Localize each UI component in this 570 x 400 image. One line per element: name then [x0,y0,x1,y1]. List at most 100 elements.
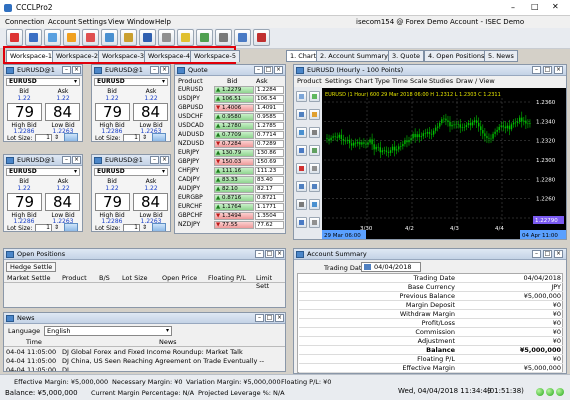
reset-icon[interactable] [309,199,320,210]
tile-symbol-select[interactable]: EURUSD ▾ [6,168,80,176]
tab-account-summary[interactable]: 2. Account Summary [316,50,392,62]
tab-news[interactable]: 5. News [484,50,518,62]
tile-sell-button[interactable]: 79 [7,193,42,211]
close-button[interactable]: ✕ [552,2,559,11]
toolbar-chart-button[interactable] [44,29,61,46]
tab-quote[interactable]: 3. Quote [388,50,425,62]
chart-menu-studies[interactable]: Studies [429,77,453,85]
account-close-button[interactable]: × [554,250,563,258]
quote-bid-cell[interactable]: ▲ 1.1764 [214,203,254,211]
cursor-icon[interactable] [309,91,320,102]
tab-open-positions[interactable]: 4. Open Positions [424,50,489,62]
mini-chart-icon[interactable] [64,223,78,231]
tile-sell-button[interactable]: 79 [95,103,130,121]
hand-icon[interactable] [296,199,307,210]
quote-ask-cell[interactable]: 1.1771 [255,203,284,211]
toolbar-alert-button[interactable] [177,29,194,46]
quote-row[interactable]: NZDJPY ▼ 77.55 77.62 [176,221,284,230]
menu-view[interactable]: View [108,18,125,26]
chart-menu-type[interactable]: Chart Type [355,77,390,85]
stepper-icon[interactable]: ⇕ [54,134,59,141]
chart-canvas[interactable]: 1.2360 1.2340 1.2320 1.2300 1.2280 1.2260 1.22… [322,88,566,239]
tile-symbol-select[interactable]: EURUSD ▾ [6,78,80,86]
quote-ask-cell[interactable]: 1.4091 [255,104,284,112]
quote-ask-cell[interactable]: 1.2785 [255,122,284,130]
quote-row[interactable]: CADJPY ▲ 83.33 83.40 [176,176,284,185]
tile-close-button[interactable]: × [72,156,81,164]
tile-minimize-button[interactable]: – [150,66,159,74]
menu-account[interactable]: Account [48,18,76,26]
toolbar-tile-button[interactable] [101,29,118,46]
tab-workspace-3[interactable]: Workspace-3 [98,50,149,62]
toolbar-account-button[interactable] [120,29,137,46]
chart-menu-settings[interactable]: Settings [325,77,352,85]
trend-icon[interactable] [309,109,320,120]
toolbar-positions-button[interactable] [63,29,80,46]
tab-workspace-2[interactable]: Workspace-2 [52,50,103,62]
news-minimize-button[interactable]: – [255,314,264,322]
account-maximize-button[interactable]: □ [543,250,552,258]
chart-menu-timescale[interactable]: Time Scale [392,77,427,85]
maximize-button[interactable]: □ [531,2,539,11]
stepper-icon[interactable]: ⇕ [54,224,59,231]
quote-row[interactable]: EURGBP ▲ 0.8716 0.8721 [176,194,284,203]
quote-bid-cell[interactable]: ▼ 150.03 [214,158,254,166]
quote-row[interactable]: EURCHF ▲ 1.1764 1.1771 [176,203,284,212]
quote-row[interactable]: AUDUSD ▲ 0.7709 0.7714 [176,131,284,140]
tab-workspace-1[interactable]: Workspace-1 [6,50,57,62]
mini-chart-icon[interactable] [152,223,166,231]
quote-row[interactable]: GBPJPY ▼ 150.03 150.69 [176,158,284,167]
tile-minimize-button[interactable]: – [62,66,71,74]
tile-sell-button[interactable]: 79 [7,103,42,121]
stepper-icon[interactable]: ⇕ [142,134,147,141]
quote-bid-cell[interactable]: ▲ 111.16 [214,167,254,175]
zoom-out-icon[interactable] [309,181,320,192]
tile-buy-button[interactable]: 84 [45,193,80,211]
quote-row[interactable]: EURJPY ▲ 130.79 130.86 [176,149,284,158]
toolbar-order-button[interactable] [25,29,42,46]
quote-bid-cell[interactable]: ▲ 0.8716 [214,194,254,202]
zoom-in-icon[interactable] [296,181,307,192]
chart-menu-product[interactable]: Product [297,77,322,85]
quote-row[interactable]: NZDUSD ▼ 0.7284 0.7289 [176,140,284,149]
tile-lot-input[interactable]: 1 [123,134,140,141]
quote-bid-cell[interactable]: ▲ 83.33 [214,176,254,184]
quote-row[interactable]: USDJPY ▲ 106.51 106.54 [176,95,284,104]
menu-window[interactable]: Window [127,18,155,26]
tile-buy-button[interactable]: 84 [133,103,168,121]
toolbar-lock-button[interactable] [253,29,270,46]
tile-lot-input[interactable]: 1 [123,224,140,231]
positions-close-button[interactable]: × [275,250,284,258]
quote-ask-cell[interactable]: 0.9585 [255,113,284,121]
tile-close-button[interactable]: × [160,66,169,74]
news-row[interactable]: 04-04 11:05:00 DJ China, US Seen Reaching… [6,357,285,366]
news-maximize-button[interactable]: □ [265,314,274,322]
tab-workspace-5[interactable]: Workspace-5 [190,50,241,62]
quote-row[interactable]: GBPUSD ▼ 1.4006 1.4091 [176,104,284,113]
quote-close-button[interactable]: × [274,66,283,74]
quote-ask-cell[interactable]: 77.62 [255,221,284,229]
tile-minimize-button[interactable]: – [150,156,159,164]
toolbar-quote-button[interactable] [6,29,23,46]
tile-close-button[interactable]: × [72,66,81,74]
quote-bid-cell[interactable]: ▼ 1.4006 [214,104,254,112]
quote-ask-cell[interactable]: 130.86 [255,149,284,157]
toolbar-tools-button[interactable] [158,29,175,46]
stepper-icon[interactable]: ⇕ [142,224,147,231]
tile-sell-button[interactable]: 79 [95,193,130,211]
quote-bid-cell[interactable]: ▼ 77.55 [214,221,254,229]
tile-buy-button[interactable]: 84 [133,193,168,211]
tile-symbol-select[interactable]: EURUSD ▾ [94,168,168,176]
toolbar-news-button[interactable] [82,29,99,46]
quote-bid-cell[interactable]: ▲ 82.10 [214,185,254,193]
chart-menu-drawview[interactable]: Draw / View [456,77,495,85]
menu-help[interactable]: Help [155,18,171,26]
quote-row[interactable]: GBPCHF ▼ 1.3494 1.3504 [176,212,284,221]
tile-buy-button[interactable]: 84 [45,103,80,121]
account-minimize-button[interactable]: – [532,250,541,258]
toolbar-settings-button[interactable] [215,29,232,46]
tile-symbol-select[interactable]: EURUSD ▾ [94,78,168,86]
crosshair-icon[interactable] [296,91,307,102]
quote-bid-cell[interactable]: ▲ 106.51 [214,95,254,103]
news-row[interactable]: 04-04 11:05:00 DJ ... [6,366,285,371]
